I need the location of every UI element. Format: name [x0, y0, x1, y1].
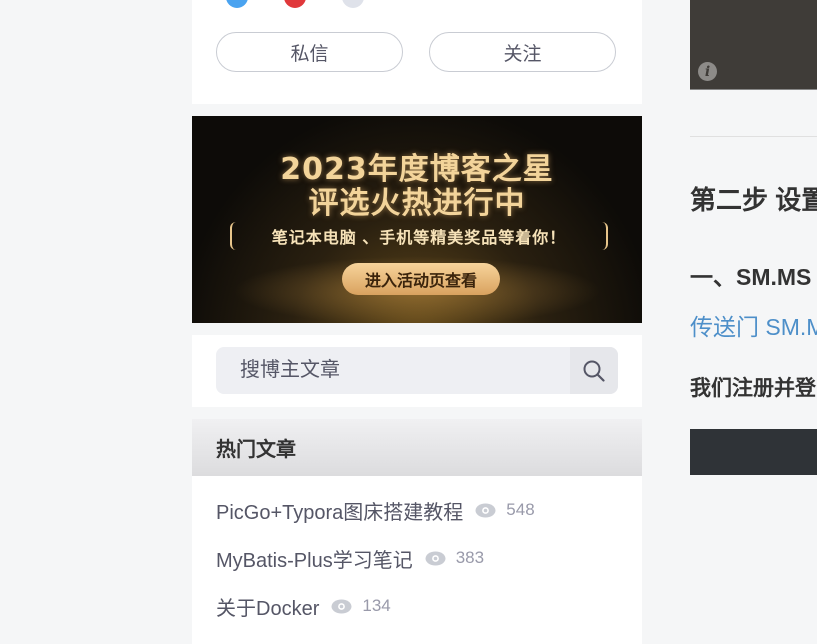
badge-icon-red	[284, 0, 306, 8]
subsection-heading: 一、SM.MS	[690, 264, 812, 290]
code-block	[690, 429, 817, 475]
list-item: MyBatis-Plus学习笔记 383	[216, 543, 484, 573]
article-title-link[interactable]: MyBatis-Plus学习笔记	[216, 544, 413, 573]
banner-title-line2: 评选火热进行中	[308, 186, 526, 221]
info-icon[interactable]: i	[698, 62, 717, 81]
hot-articles-card: 热门文章 PicGo+Typora图床搭建教程 548 MyBatis-Plus…	[192, 419, 642, 644]
search-input[interactable]	[216, 347, 568, 394]
view-count: 548	[506, 500, 535, 519]
article-image: i	[690, 0, 817, 90]
search-icon	[583, 360, 605, 382]
view-count: 134	[362, 596, 391, 615]
article-content: i 第二步 设置 一、SM.MS 传送门 SM.MS 我们注册并登	[690, 0, 817, 644]
search-box	[216, 347, 618, 394]
eye-icon	[475, 503, 496, 518]
eye-icon	[331, 599, 352, 614]
article-title-link[interactable]: 关于Docker	[216, 592, 319, 621]
divider	[690, 136, 817, 137]
banner-cta-button[interactable]: 进入活动页查看	[342, 263, 500, 295]
article-search	[192, 335, 642, 407]
badge-icon-blue	[226, 0, 248, 8]
search-button[interactable]	[570, 347, 618, 394]
message-button[interactable]: 私信	[216, 32, 403, 72]
list-item: PicGo+Typora图床搭建教程 548	[216, 495, 535, 525]
view-count: 383	[455, 548, 485, 567]
eye-icon	[425, 551, 446, 566]
badge-icon-gray	[342, 0, 364, 8]
banner-subtitle: 笔记本电脑 、手机等精美奖品等着你！	[230, 222, 608, 250]
portal-link[interactable]: 传送门 SM.MS	[690, 308, 817, 342]
list-item: 关于Docker 134	[216, 591, 391, 621]
follow-button[interactable]: 关注	[429, 32, 616, 72]
blog-star-banner[interactable]: 2023年度博客之星 评选火热进行中 笔记本电脑 、手机等精美奖品等着你！ 进入…	[192, 116, 642, 323]
article-title-link[interactable]: PicGo+Typora图床搭建教程	[216, 496, 463, 525]
bold-paragraph: 我们注册并登	[690, 377, 816, 400]
section-heading: 第二步 设置	[690, 185, 817, 215]
profile-card: 私信 关注	[192, 0, 642, 104]
hot-articles-header: 热门文章	[192, 419, 642, 476]
